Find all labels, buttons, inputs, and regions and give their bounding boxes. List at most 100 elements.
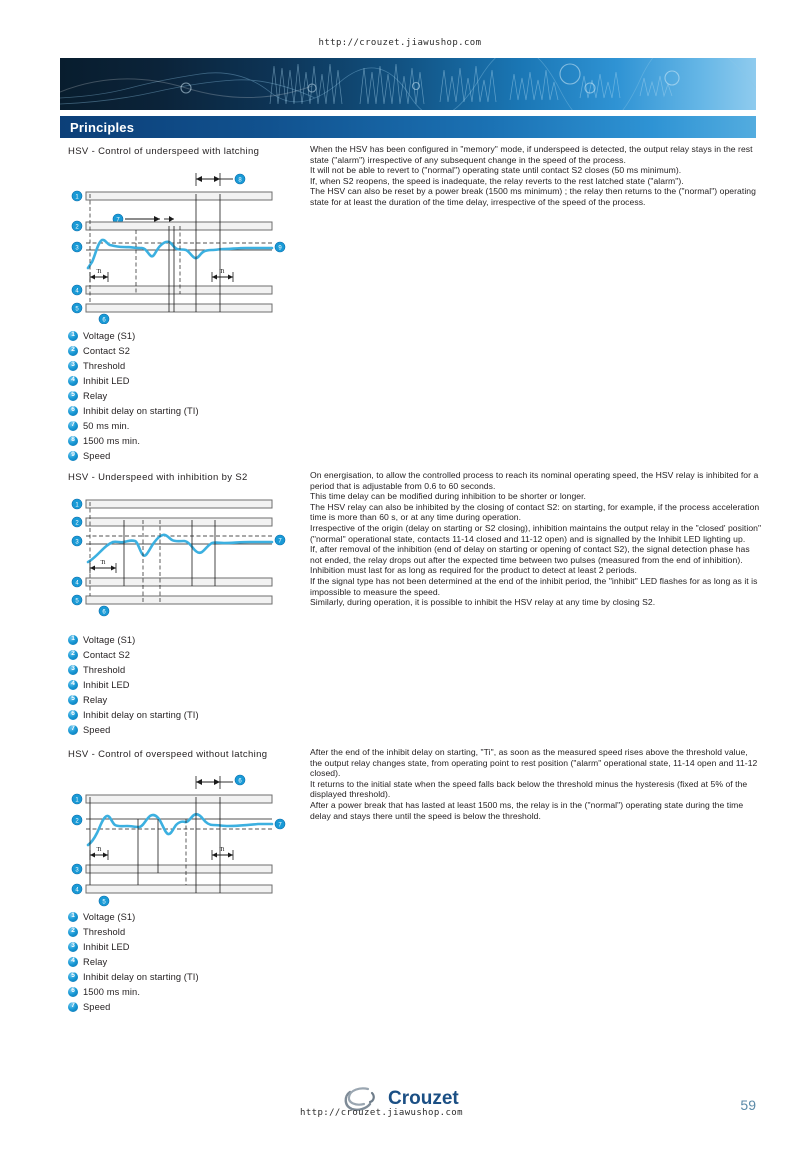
crouzet-wordmark: Crouzet (388, 1088, 459, 1109)
page-number: 59 (740, 1097, 756, 1113)
legend-label: 1500 ms min. (83, 435, 141, 446)
legend-badge: 1 (68, 330, 78, 341)
legend-label: Relay (83, 694, 108, 705)
legend-item: 6 Inhibit delay on starting (TI) (68, 707, 199, 722)
legend-label: Contact S2 (83, 345, 130, 356)
annotation-1500ms (195, 173, 233, 186)
legend-badge: 2 (68, 926, 78, 937)
body-paragraph: If, when S2 reopens, the speed is inadeq… (310, 175, 684, 186)
page-title: Principles (70, 119, 135, 135)
legend-badge: 4 (68, 679, 78, 690)
legend-item: 2 Threshold (68, 924, 199, 939)
section-heading: HSV - Underspeed with inhibition by S2 (68, 472, 248, 483)
legend-item: 5 Relay (68, 388, 199, 403)
legend-badge: 8 (68, 435, 78, 446)
diagram-legend: 1 Voltage (S1) 2 Contact S2 3 Threshold … (68, 328, 199, 463)
timing-diagram-underspeed-latching: 8 1 7 2 3 9 Ti Ti 4 5 6 (68, 164, 298, 329)
legend-badge: 5 (68, 694, 78, 705)
legend-label: Contact S2 (83, 649, 130, 660)
legend-label: Voltage (S1) (83, 634, 136, 645)
legend-label: Threshold (83, 926, 126, 937)
legend-item: 4 Inhibit LED (68, 373, 199, 388)
section-body-text: On energisation, to allow the controlled… (310, 470, 762, 608)
legend-item: 4 Relay (68, 954, 199, 969)
legend-label: Threshold (83, 360, 126, 371)
timing-diagram-underspeed-inhibition: 1 2 3 7 Ti 4 5 6 (68, 492, 298, 637)
body-paragraph: It will not be able to revert to ("norma… (310, 165, 682, 176)
legend-item: 1 Voltage (S1) (68, 909, 199, 924)
body-paragraph: After the end of the inhibit delay on st… (310, 747, 758, 779)
legend-item: 7 Speed (68, 722, 199, 737)
body-paragraph: Similarly, during operation, it is possi… (310, 597, 656, 608)
legend-item: 2 Contact S2 (68, 647, 199, 662)
legend-item: 7 Speed (68, 999, 199, 1014)
body-paragraph: Irrespective of the origin (delay on sta… (310, 522, 762, 544)
svg-text:Ti: Ti (96, 847, 101, 853)
crouzet-mark-icon (344, 1087, 375, 1111)
legend-item: 5 Inhibit delay on starting (TI) (68, 969, 199, 984)
legend-item: 8 1500 ms min. (68, 433, 199, 448)
legend-badge: 7 (68, 1001, 78, 1012)
annotation-1500ms (195, 776, 233, 789)
svg-text:Ti: Ti (96, 269, 101, 275)
body-paragraph: On energisation, to allow the controlled… (310, 470, 759, 491)
legend-label: Inhibit delay on starting (TI) (83, 709, 199, 720)
footer-url: http://crouzet.jiawushop.com (300, 1108, 463, 1118)
legend-label: Threshold (83, 664, 126, 675)
body-paragraph: Inhibition must last for as long as requ… (310, 565, 637, 576)
body-paragraph: This time delay can be modified during i… (310, 491, 586, 502)
banner-waveform-graphic (60, 58, 756, 110)
body-paragraph: When the HSV has been configured in "mem… (310, 144, 753, 165)
legend-item: 1 Voltage (S1) (68, 632, 199, 647)
legend-item: 1 Voltage (S1) (68, 328, 199, 343)
svg-text:Ti: Ti (100, 560, 105, 566)
legend-badge: 6 (68, 986, 78, 997)
legend-label: Inhibit LED (83, 679, 130, 690)
annotation-ti: Ti (89, 560, 117, 573)
legend-badge: 5 (68, 971, 78, 982)
legend-badge: 2 (68, 649, 78, 660)
decorative-banner (60, 58, 756, 110)
section-body-text: After the end of the inhibit delay on st… (310, 747, 762, 821)
legend-badge: 2 (68, 345, 78, 356)
legend-label: Inhibit LED (83, 941, 130, 952)
header-url: http://crouzet.jiawushop.com (318, 38, 482, 48)
legend-badge: 5 (68, 390, 78, 401)
legend-item: 2 Contact S2 (68, 343, 199, 358)
legend-item: 6 1500 ms min. (68, 984, 199, 999)
legend-badge: 7 (68, 420, 78, 431)
legend-item: 6 Inhibit delay on starting (TI) (68, 403, 199, 418)
legend-badge: 1 (68, 911, 78, 922)
body-paragraph: It returns to the initial state when the… (310, 778, 748, 800)
legend-label: Voltage (S1) (83, 911, 136, 922)
legend-label: Inhibit delay on starting (TI) (83, 405, 199, 416)
legend-label: Relay (83, 390, 108, 401)
diagram-legend: 1 Voltage (S1) 2 Threshold 3 Inhibit LED… (68, 909, 199, 1014)
legend-label: Speed (83, 724, 111, 735)
legend-badge: 4 (68, 375, 78, 386)
annotation-ti-left: Ti (89, 847, 109, 860)
section-heading: HSV - Control of underspeed with latchin… (68, 146, 260, 157)
body-paragraph: The HSV can also be reset by a power bre… (310, 186, 756, 207)
legend-item: 9 Speed (68, 448, 199, 463)
legend-label: Speed (83, 450, 111, 461)
diagram-legend: 1 Voltage (S1) 2 Contact S2 3 Threshold … (68, 632, 199, 737)
body-paragraph: After a power break that has lasted at l… (310, 799, 744, 821)
legend-item: 3 Inhibit LED (68, 939, 199, 954)
legend-badge: 6 (68, 709, 78, 720)
legend-label: Inhibit LED (83, 375, 130, 386)
legend-label: Speed (83, 1001, 111, 1012)
legend-badge: 3 (68, 941, 78, 952)
legend-item: 4 Inhibit LED (68, 677, 199, 692)
legend-badge: 4 (68, 956, 78, 967)
section-title-bar: Principles (60, 116, 756, 138)
body-paragraph: If, after removal of the inhibition (end… (310, 544, 750, 565)
legend-badge: 6 (68, 405, 78, 416)
legend-label: 1500 ms min. (83, 986, 141, 997)
body-paragraph: If the signal type has not been determin… (310, 575, 758, 597)
legend-badge: 3 (68, 360, 78, 371)
timing-diagram-overspeed: 6 1 2 7 Ti Ti 3 4 5 (68, 767, 298, 922)
legend-badge: 9 (68, 450, 78, 461)
legend-item: 7 50 ms min. (68, 418, 199, 433)
legend-badge: 3 (68, 664, 78, 675)
